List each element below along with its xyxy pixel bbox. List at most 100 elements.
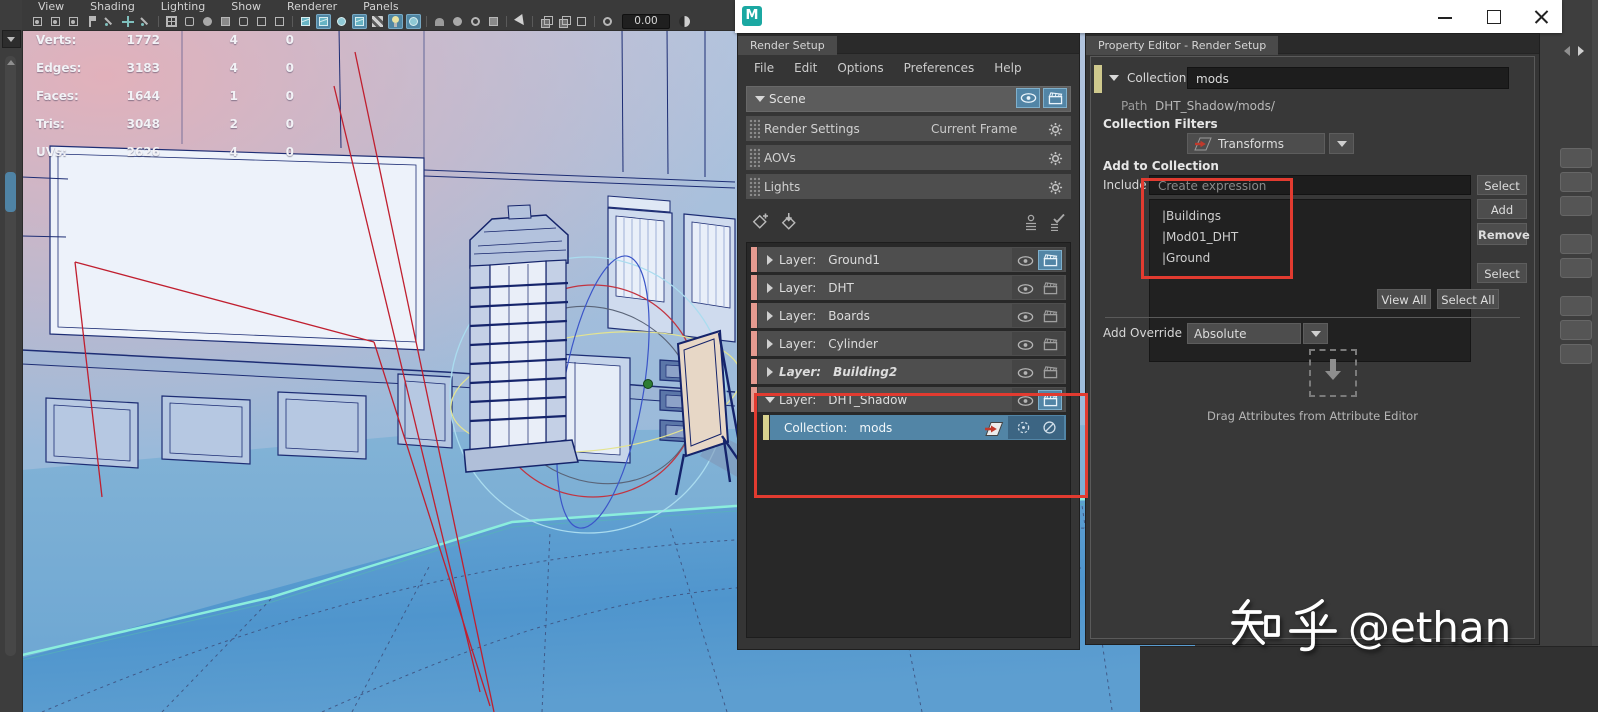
greasepencil-icon[interactable] xyxy=(138,14,153,29)
shaded-display-icon[interactable] xyxy=(316,14,331,29)
camera-lock-icon[interactable] xyxy=(48,14,63,29)
lighting-icon[interactable] xyxy=(388,14,403,29)
tab-render-setup[interactable]: Render Setup xyxy=(738,36,837,55)
scroll-right-icon[interactable] xyxy=(1578,46,1584,56)
expander-icon[interactable] xyxy=(767,255,773,265)
renderable-column-toggle[interactable] xyxy=(1049,212,1065,231)
camera-attributes-icon[interactable] xyxy=(66,14,81,29)
panel-menu-dropdown[interactable] xyxy=(2,30,21,48)
pan-zoom-icon[interactable] xyxy=(120,14,135,29)
layer-renderable-button[interactable] xyxy=(1038,278,1062,298)
shelf-button[interactable] xyxy=(1560,234,1592,254)
layer-visibility-button[interactable] xyxy=(1014,306,1036,325)
safe-action-icon[interactable] xyxy=(254,14,269,29)
layer-row-cylinder[interactable]: Layer: Cylinder xyxy=(751,331,1066,356)
filter-dropdown-arrow[interactable] xyxy=(1329,133,1354,154)
menu-options[interactable]: Options xyxy=(837,61,883,75)
gamma-icon[interactable] xyxy=(677,14,692,29)
left-scrollbar-thumb[interactable] xyxy=(5,172,16,212)
render-setup-window-titlebar[interactable]: M xyxy=(735,0,1562,33)
gear-icon[interactable] xyxy=(1048,119,1063,138)
lights-item[interactable]: Lights xyxy=(746,174,1071,199)
tab-property-editor[interactable]: Property Editor - Render Setup xyxy=(1086,36,1278,55)
drag-handle[interactable] xyxy=(749,177,760,196)
aovs-item[interactable]: AOVs xyxy=(746,145,1071,170)
layer-renderable-button[interactable] xyxy=(1038,362,1062,382)
scene-visibility-button[interactable] xyxy=(1016,88,1040,108)
scroll-up-arrow-icon[interactable] xyxy=(7,60,15,65)
textured-display-icon[interactable] xyxy=(352,14,367,29)
snap-icon[interactable] xyxy=(538,14,553,29)
multisample-icon[interactable] xyxy=(468,14,483,29)
scene-renderable-button[interactable] xyxy=(1043,88,1067,108)
film-gate-icon[interactable] xyxy=(182,14,197,29)
menu-renderer[interactable]: Renderer xyxy=(287,0,337,13)
layer-row-dht[interactable]: Layer: DHT xyxy=(751,275,1066,300)
screen-space-ao-icon[interactable] xyxy=(432,14,447,29)
override-dropdown-arrow[interactable] xyxy=(1303,323,1328,344)
scroll-left-icon[interactable] xyxy=(1564,46,1570,56)
expander-icon[interactable] xyxy=(767,339,773,349)
field-chart-icon[interactable] xyxy=(236,14,251,29)
gear-icon[interactable] xyxy=(1048,177,1063,196)
add-button[interactable]: Add xyxy=(1477,199,1527,219)
maximize-button[interactable] xyxy=(1471,0,1515,33)
collection-name-field[interactable]: mods xyxy=(1187,67,1509,89)
shelf-button[interactable] xyxy=(1560,296,1592,316)
depth-peeling-icon[interactable] xyxy=(486,14,501,29)
motion-blur-icon[interactable] xyxy=(450,14,465,29)
camera-icon[interactable] xyxy=(30,14,45,29)
layer-renderable-button[interactable] xyxy=(1038,306,1062,326)
layer-visibility-button[interactable] xyxy=(1014,278,1036,297)
layer-row-boards[interactable]: Layer: Boards xyxy=(751,303,1066,328)
attribute-drop-target[interactable] xyxy=(1309,349,1357,397)
shelf-button[interactable] xyxy=(1560,344,1592,364)
render-settings-item[interactable]: Render Settings Current Frame xyxy=(746,116,1071,141)
shelf-button[interactable] xyxy=(1560,258,1592,278)
shelf-button[interactable] xyxy=(1560,172,1592,192)
expander-icon[interactable] xyxy=(767,311,773,321)
drag-handle[interactable] xyxy=(749,148,760,167)
image-plane-icon[interactable] xyxy=(102,14,117,29)
select-members-button[interactable]: Select xyxy=(1477,263,1527,283)
menu-preferences[interactable]: Preferences xyxy=(904,61,975,75)
shelf-button[interactable] xyxy=(1560,320,1592,340)
layer-renderable-button[interactable] xyxy=(1038,334,1062,354)
import-layer-button[interactable] xyxy=(779,211,798,231)
shadows-icon[interactable] xyxy=(406,14,421,29)
frame-region-icon[interactable] xyxy=(574,14,589,29)
gate-mask-icon[interactable] xyxy=(218,14,233,29)
use-all-lights-icon[interactable] xyxy=(370,14,385,29)
remove-button[interactable]: Remove xyxy=(1477,223,1527,245)
scene-header[interactable]: Scene xyxy=(746,86,1071,112)
view-all-button[interactable]: View All xyxy=(1377,289,1431,309)
select-expression-button[interactable]: Select xyxy=(1477,175,1527,195)
menu-shading[interactable]: Shading xyxy=(90,0,135,13)
expander-icon[interactable] xyxy=(755,96,765,102)
resolution-gate-icon[interactable] xyxy=(200,14,215,29)
shelf-button[interactable] xyxy=(1560,148,1592,168)
collection-filter-dropdown[interactable]: Transforms xyxy=(1187,133,1325,154)
exposure-cycle-icon[interactable] xyxy=(600,14,615,29)
menu-panels[interactable]: Panels xyxy=(363,0,398,13)
expander-icon[interactable] xyxy=(767,283,773,293)
expander-icon[interactable] xyxy=(767,367,773,377)
frame-offset-field[interactable]: 0.00 xyxy=(622,14,670,29)
menu-file[interactable]: File xyxy=(754,61,774,75)
bookmark-icon[interactable] xyxy=(84,14,99,29)
select-all-button[interactable]: Select All xyxy=(1437,289,1499,309)
shaded-textured-icon[interactable] xyxy=(334,14,349,29)
menu-show[interactable]: Show xyxy=(231,0,261,13)
layer-visibility-button[interactable] xyxy=(1014,334,1036,353)
menu-help[interactable]: Help xyxy=(994,61,1021,75)
layer-row-ground1[interactable]: Layer: Ground1 xyxy=(751,247,1066,272)
object-selection-icon[interactable] xyxy=(512,14,527,29)
layer-row-building2[interactable]: Layer: Building2 xyxy=(751,359,1066,384)
wireframe-display-icon[interactable] xyxy=(298,14,313,29)
create-layer-button[interactable] xyxy=(750,211,769,231)
layer-renderable-button[interactable] xyxy=(1038,250,1062,270)
gear-icon[interactable] xyxy=(1048,148,1063,167)
menu-view[interactable]: View xyxy=(38,0,64,13)
layer-visibility-button[interactable] xyxy=(1014,250,1036,269)
visibility-column-toggle[interactable] xyxy=(1023,212,1039,231)
